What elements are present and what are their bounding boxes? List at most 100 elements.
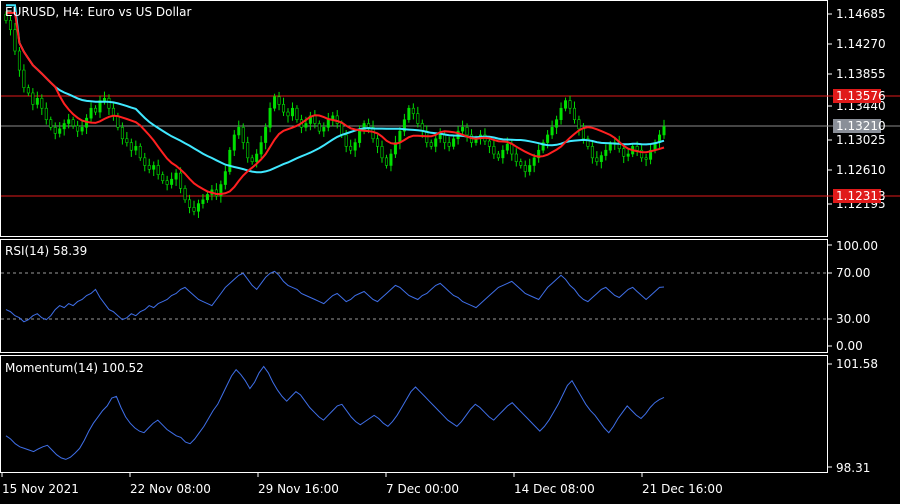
candle-body	[447, 142, 451, 147]
candle-body	[116, 115, 120, 128]
candle-body	[452, 138, 456, 147]
candle-body	[465, 127, 469, 136]
candle-body	[608, 143, 612, 151]
time-label: 7 Dec 00:00	[386, 482, 459, 496]
time-label: 29 Nov 16:00	[258, 482, 339, 496]
candle-body	[344, 134, 348, 147]
candle-body	[635, 146, 639, 151]
candle-body	[568, 100, 572, 109]
time-label: 22 Nov 08:00	[130, 482, 211, 496]
time-label: 21 Dec 16:00	[642, 482, 723, 496]
candle-body	[232, 134, 236, 151]
candle-body	[152, 165, 156, 170]
candle-body	[295, 107, 299, 120]
candle-body	[438, 134, 442, 140]
rsi-pane[interactable]	[0, 239, 828, 353]
rsi-tick: 100.00	[836, 239, 878, 253]
candle-body	[89, 107, 93, 119]
candle-body	[192, 207, 196, 212]
candle-body	[268, 107, 272, 128]
candle-body	[429, 142, 433, 147]
candle-body	[205, 194, 209, 201]
candle-body	[304, 123, 308, 128]
momentum-tick: 98.31	[836, 461, 870, 475]
candle-body	[62, 123, 66, 130]
price-tick: 1.12610	[836, 163, 886, 177]
candle-body	[129, 142, 133, 151]
candle-body	[188, 199, 192, 208]
candle-body	[384, 157, 388, 166]
candle-body	[156, 165, 160, 175]
candle-body	[246, 142, 250, 159]
candle-body	[17, 50, 21, 71]
price-tick: 1.14685	[836, 7, 886, 21]
candle-body	[590, 146, 594, 159]
rsi-tick: 30.00	[836, 312, 870, 326]
candle-body	[26, 87, 30, 94]
candle-body	[290, 107, 294, 117]
candle-body	[241, 127, 245, 143]
candle-body	[53, 127, 57, 134]
candle-body	[183, 188, 187, 201]
candle-body	[492, 146, 496, 155]
momentum-tick: 101.58	[836, 357, 878, 371]
candle-body	[349, 146, 353, 151]
candle-body	[273, 96, 277, 109]
candle-body	[35, 98, 39, 105]
candle-body	[572, 107, 576, 120]
candle-body	[138, 146, 142, 159]
time-label: 14 Dec 08:00	[514, 482, 595, 496]
candle-body	[496, 153, 500, 159]
current-price-tag-label: 1.13210	[836, 119, 886, 133]
time-axis: 15 Nov 2021 22 Nov 08:00 29 Nov 16:00 7 …	[1, 473, 723, 496]
candle-body	[599, 155, 603, 162]
candle-body	[577, 119, 581, 130]
candle-body	[31, 92, 35, 105]
candle-body	[487, 140, 491, 147]
candle-body	[546, 134, 550, 143]
candle-body	[40, 98, 44, 109]
candle-body	[255, 153, 259, 162]
candle-body	[76, 125, 80, 132]
candle-body	[528, 165, 532, 172]
candle-body	[523, 165, 527, 172]
candle-body	[250, 157, 254, 162]
candle-body	[510, 143, 514, 155]
candle-body	[501, 149, 505, 159]
candle-body	[550, 127, 554, 136]
price-tick: 1.13855	[836, 67, 886, 81]
candle-body	[264, 127, 268, 143]
rsi-tick: 70.00	[836, 266, 870, 280]
candle-body	[165, 180, 169, 185]
candle-body	[326, 119, 330, 128]
resistance-tag-label: 1.13576	[836, 89, 886, 103]
candle-body	[519, 161, 523, 166]
candle-body	[134, 146, 138, 151]
candle-body	[174, 172, 178, 180]
candle-body	[313, 115, 317, 124]
main-title: EURUSD, H4: Euro vs US Dollar	[5, 5, 191, 19]
candle-body	[358, 130, 362, 143]
candle-body	[604, 149, 608, 156]
candle-body	[201, 199, 205, 204]
candle-body	[223, 171, 227, 185]
candle-body	[581, 128, 585, 140]
candle-body	[532, 157, 536, 166]
candle-body	[644, 157, 648, 160]
candle-body	[161, 174, 165, 182]
candle-body	[44, 107, 48, 120]
candle-body	[322, 127, 326, 132]
candle-body	[277, 96, 281, 105]
candle-body	[120, 127, 124, 140]
candle-body	[514, 153, 518, 162]
candle-body	[228, 149, 232, 172]
candle-body	[286, 111, 290, 117]
candle-body	[626, 153, 630, 157]
candle-body	[662, 126, 666, 136]
candle-body	[595, 157, 599, 162]
rsi-title: RSI(14) 58.39	[5, 244, 87, 258]
candle-body	[94, 107, 98, 113]
candle-body	[259, 142, 263, 155]
candle-body	[317, 123, 321, 132]
time-label: 15 Nov 2021	[2, 482, 79, 496]
